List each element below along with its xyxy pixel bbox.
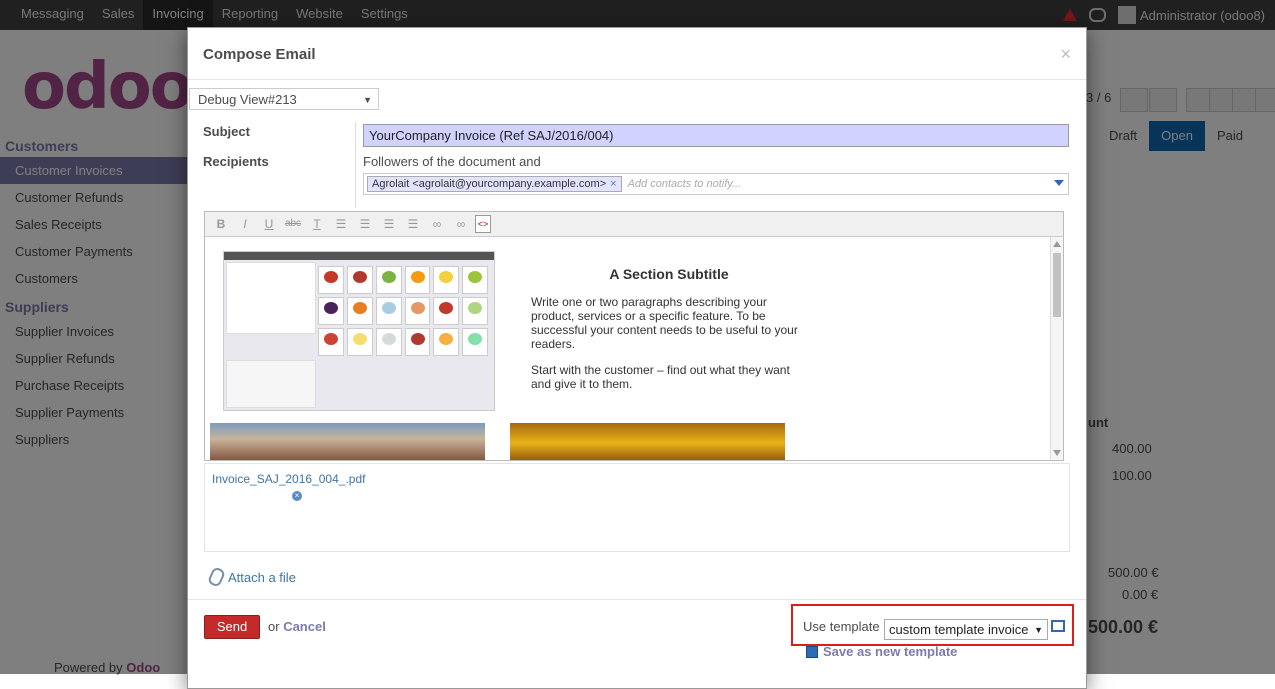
editor-toolbar: B I U abc T ☰ ☰ ☰ ☰ ∞ ∞ <> <box>205 212 1063 237</box>
attachments-area: Invoice_SAJ_2016_004_.pdf × <box>204 463 1070 552</box>
subject-label: Subject <box>203 124 250 139</box>
recipients-input[interactable]: Agrolait <agrolait@yourcompany.example.c… <box>363 173 1069 195</box>
scroll-thumb[interactable] <box>1053 253 1061 317</box>
indent-icon[interactable]: ☰ <box>403 215 423 233</box>
link-icon[interactable]: ∞ <box>427 215 447 233</box>
bullet-list-icon[interactable]: ☰ <box>331 215 351 233</box>
underline-button[interactable]: U <box>259 215 279 233</box>
scroll-down-icon[interactable] <box>1053 450 1061 456</box>
use-template-label: Use template <box>803 619 880 634</box>
body-editor[interactable]: B I U abc T ☰ ☰ ☰ ☰ ∞ ∞ <> A Section Sub… <box>204 211 1064 461</box>
section-text: Write one or two paragraphs describing y… <box>531 295 805 403</box>
dialog-header: Compose Email × <box>188 28 1086 80</box>
recipient-tag: Agrolait <agrolait@yourcompany.example.c… <box>367 176 622 192</box>
scroll-up-icon[interactable] <box>1053 241 1061 247</box>
numbered-list-icon[interactable]: ☰ <box>355 215 375 233</box>
recipients-placeholder: Add contacts to notify... <box>627 178 742 190</box>
section-paragraph: Write one or two paragraphs describing y… <box>531 295 798 351</box>
recipients-label: Recipients <box>203 154 269 169</box>
save-icon <box>806 645 818 658</box>
paperclip-icon <box>206 566 227 588</box>
remove-tag-icon[interactable]: × <box>610 178 616 190</box>
chevron-down-icon[interactable] <box>1054 180 1064 186</box>
section-paragraph: Start with the customer – find out what … <box>531 363 790 391</box>
outdent-icon[interactable]: ☰ <box>379 215 399 233</box>
debug-view-select[interactable]: Debug View#213 ▼ <box>189 88 379 110</box>
source-code-icon[interactable]: <> <box>475 215 491 233</box>
template-select[interactable]: custom template invoice ▼ <box>884 619 1048 640</box>
pos-screenshot-image <box>223 251 495 411</box>
strikethrough-button[interactable]: abc <box>283 215 303 233</box>
subject-input[interactable]: YourCompany Invoice (Ref SAJ/2016/004) <box>363 124 1069 147</box>
editor-scrollbar[interactable] <box>1050 237 1063 460</box>
send-button[interactable]: Send <box>204 615 260 639</box>
editor-content[interactable]: A Section Subtitle Write one or two para… <box>205 237 1053 460</box>
clear-format-button[interactable]: T <box>307 215 327 233</box>
cancel-button[interactable]: Cancel <box>283 619 326 634</box>
save-as-template-button[interactable]: Save as new template <box>806 644 957 659</box>
autumn-photo <box>510 423 785 460</box>
external-link-icon[interactable] <box>1051 620 1065 632</box>
unlink-icon[interactable]: ∞ <box>451 215 471 233</box>
remove-attachment-icon[interactable]: × <box>292 491 302 501</box>
field-divider <box>355 122 356 208</box>
chevron-down-icon: ▼ <box>1034 625 1043 635</box>
attach-file-button[interactable]: Attach a file <box>206 566 296 588</box>
dialog-title: Compose Email <box>203 46 316 63</box>
or-cancel: or Cancel <box>268 619 326 634</box>
chevron-down-icon: ▼ <box>363 95 372 105</box>
bold-button[interactable]: B <box>211 215 231 233</box>
italic-button[interactable]: I <box>235 215 255 233</box>
compose-email-dialog: Compose Email × Debug View#213 ▼ Subject… <box>187 27 1087 689</box>
followers-text: Followers of the document and <box>363 154 541 169</box>
template-highlight: Use template custom template invoice ▼ <box>791 604 1074 646</box>
attachment-link[interactable]: Invoice_SAJ_2016_004_.pdf <box>212 472 365 486</box>
section-subtitle: A Section Subtitle <box>609 266 729 282</box>
close-icon[interactable]: × <box>1060 44 1071 65</box>
desert-photo <box>210 423 485 460</box>
dialog-footer: Send or Cancel Use template custom templ… <box>188 599 1086 689</box>
